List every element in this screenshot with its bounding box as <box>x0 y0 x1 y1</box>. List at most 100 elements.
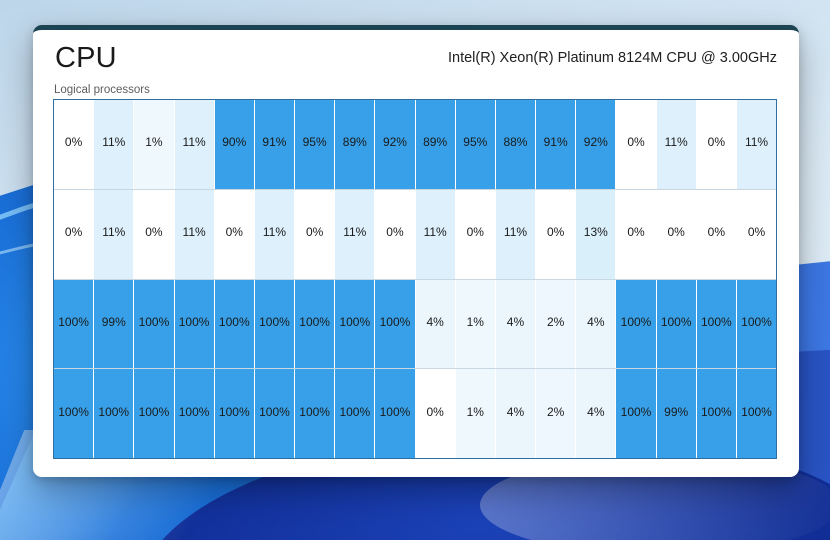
logical-processor-cell[interactable]: 0% <box>54 189 95 279</box>
logical-processor-cell[interactable]: 100% <box>54 279 95 369</box>
logical-processor-cell[interactable]: 100% <box>295 369 336 458</box>
logical-processor-cell[interactable]: 100% <box>295 279 336 369</box>
cell-value-label: 100% <box>138 404 170 419</box>
logical-processor-cell[interactable]: 11% <box>174 100 215 189</box>
logical-processor-cell[interactable]: 4% <box>495 279 537 369</box>
logical-processor-cell[interactable]: 0% <box>656 189 697 279</box>
logical-processor-cell[interactable]: 100% <box>134 369 175 458</box>
logical-processor-cell[interactable]: 100% <box>656 279 697 369</box>
logical-processor-cell[interactable]: 11% <box>174 189 215 279</box>
logical-processor-cell[interactable]: 0% <box>455 189 496 279</box>
cell-value-label: 1% <box>466 404 484 419</box>
logical-processor-cell[interactable]: 0% <box>536 189 577 279</box>
logical-processor-cell[interactable]: 1% <box>455 279 496 369</box>
logical-processor-cell[interactable]: 0% <box>415 369 456 458</box>
cell-value-label: 1% <box>145 135 163 150</box>
cell-value-label: 100% <box>218 404 250 419</box>
logical-processor-cell[interactable]: 92% <box>576 100 617 189</box>
logical-processor-cell[interactable]: 99% <box>656 369 697 458</box>
logical-processor-cell[interactable]: 89% <box>415 100 456 189</box>
logical-processor-cell[interactable]: 100% <box>254 369 296 458</box>
cell-value-label: 91% <box>262 135 287 150</box>
logical-processor-cell[interactable]: 0% <box>696 189 737 279</box>
cell-value-label: 0% <box>305 225 324 240</box>
logical-processor-cell[interactable]: 100% <box>134 279 175 369</box>
cell-value-label: 2% <box>546 404 565 419</box>
cell-value-label: 100% <box>259 404 290 419</box>
logical-processor-cell[interactable]: 4% <box>576 369 617 458</box>
cell-value-label: 11% <box>664 135 688 150</box>
logical-processor-cell[interactable]: 100% <box>94 369 135 458</box>
logical-processor-cell[interactable]: 11% <box>94 189 135 279</box>
logical-processor-cell[interactable]: 90% <box>214 100 255 189</box>
logical-processor-cell[interactable]: 89% <box>335 100 376 189</box>
cell-value-label: 100% <box>741 314 772 329</box>
logical-processor-cell[interactable]: 11% <box>254 189 296 279</box>
logical-processor-cell[interactable]: 1% <box>455 369 496 458</box>
cell-value-label: 100% <box>620 314 652 329</box>
logical-processor-cell[interactable]: 2% <box>536 279 577 369</box>
logical-processor-cell[interactable]: 0% <box>54 100 95 189</box>
logical-processor-cell[interactable]: 1% <box>134 100 175 189</box>
logical-processor-cell[interactable]: 2% <box>536 369 577 458</box>
logical-processor-cell[interactable]: 0% <box>214 189 255 279</box>
logical-processor-cell[interactable]: 11% <box>415 189 456 279</box>
logical-processor-cell[interactable]: 100% <box>214 369 255 458</box>
logical-processor-cell[interactable]: 88% <box>495 100 537 189</box>
logical-processor-cell[interactable]: 0% <box>616 100 657 189</box>
cell-value-label: 100% <box>700 314 732 329</box>
logical-processor-cell[interactable]: 91% <box>254 100 296 189</box>
logical-processor-cell[interactable]: 100% <box>254 279 296 369</box>
logical-processor-cell[interactable]: 92% <box>375 100 416 189</box>
logical-processor-cell[interactable]: 4% <box>576 279 617 369</box>
cell-value-label: 100% <box>700 404 732 419</box>
logical-processor-cell[interactable]: 100% <box>174 369 215 458</box>
logical-processor-cell[interactable]: 0% <box>134 189 175 279</box>
cell-value-label: 0% <box>145 225 163 240</box>
cell-value-label: 11% <box>262 225 287 240</box>
logical-processor-cell[interactable]: 100% <box>736 279 777 369</box>
cell-value-label: 100% <box>660 314 692 329</box>
logical-processor-cell[interactable]: 100% <box>335 279 376 369</box>
logical-processor-cell[interactable]: 11% <box>656 100 697 189</box>
cell-value-label: 0% <box>747 225 766 240</box>
logical-processor-cell[interactable]: 4% <box>415 279 456 369</box>
logical-processor-cell[interactable]: 100% <box>335 369 376 458</box>
cell-value-label: 0% <box>667 225 685 240</box>
cell-value-label: 4% <box>587 314 605 329</box>
logical-processor-cell[interactable]: 0% <box>616 189 657 279</box>
logical-processor-cell[interactable]: 11% <box>495 189 537 279</box>
logical-processor-cell[interactable]: 100% <box>696 279 737 369</box>
cell-value-label: 99% <box>101 314 126 329</box>
logical-processor-cell[interactable]: 100% <box>736 369 777 458</box>
logical-processor-cell[interactable]: 91% <box>536 100 577 189</box>
logical-processor-cell[interactable]: 0% <box>696 100 737 189</box>
logical-processor-cell[interactable]: 11% <box>736 100 777 189</box>
logical-processor-cell[interactable]: 4% <box>495 369 537 458</box>
logical-processor-cell[interactable]: 95% <box>295 100 336 189</box>
logical-processor-cell[interactable]: 100% <box>375 369 416 458</box>
logical-processor-cell[interactable]: 100% <box>375 279 416 369</box>
task-manager-window: CPU Intel(R) Xeon(R) Platinum 8124M CPU … <box>33 25 799 477</box>
logical-processor-cell[interactable]: 11% <box>94 100 135 189</box>
logical-processor-cell[interactable]: 11% <box>335 189 376 279</box>
logical-processor-cell[interactable]: 100% <box>696 369 737 458</box>
logical-processor-cell[interactable]: 95% <box>455 100 496 189</box>
cell-value-label: 4% <box>587 404 605 419</box>
logical-processor-cell[interactable]: 13% <box>576 189 617 279</box>
logical-processor-cell[interactable]: 100% <box>616 279 657 369</box>
cell-value-label: 100% <box>218 314 250 329</box>
cell-value-label: 0% <box>386 225 404 240</box>
logical-processor-cell[interactable]: 100% <box>174 279 215 369</box>
cell-value-label: 11% <box>182 225 206 240</box>
logical-processor-cell[interactable]: 0% <box>295 189 336 279</box>
logical-processor-cell[interactable]: 0% <box>375 189 416 279</box>
logical-processor-cell[interactable]: 99% <box>94 279 135 369</box>
cell-value-label: 100% <box>620 404 652 419</box>
logical-processor-cell[interactable]: 100% <box>214 279 255 369</box>
logical-processor-cell[interactable]: 100% <box>54 369 95 458</box>
logical-processor-cell[interactable]: 0% <box>736 189 777 279</box>
logical-processor-cell[interactable]: 100% <box>616 369 657 458</box>
cell-value-label: 88% <box>503 135 528 150</box>
cell-value-label: 91% <box>543 135 568 150</box>
